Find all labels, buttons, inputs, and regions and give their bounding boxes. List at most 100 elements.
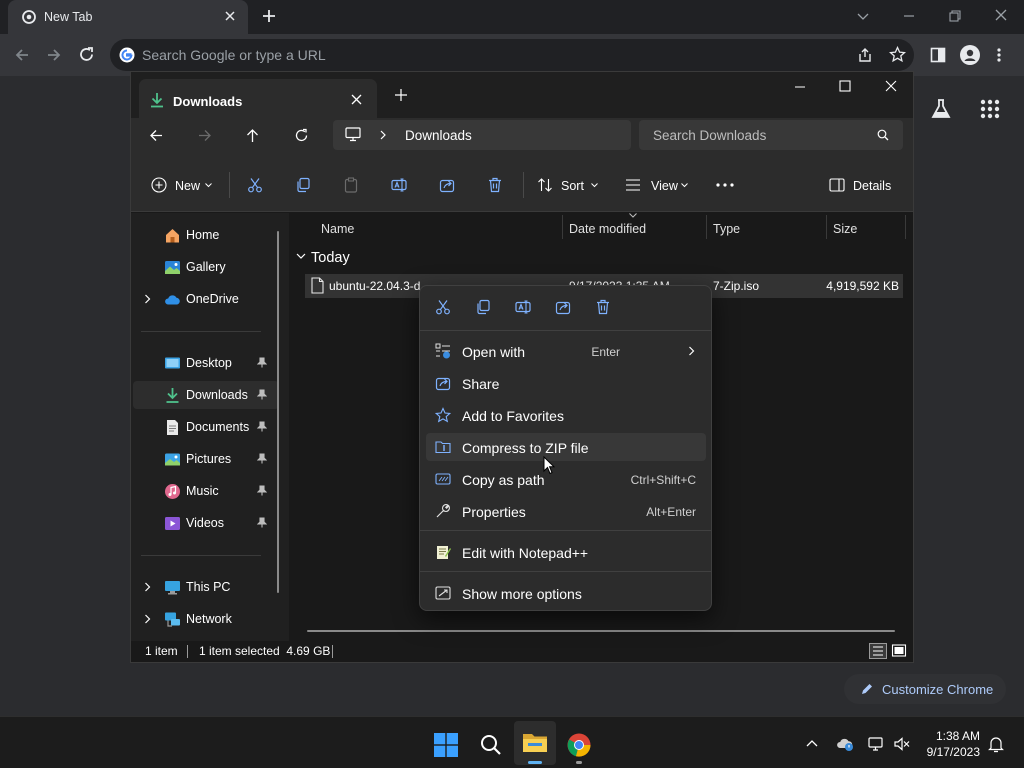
menu-item-add-to-favorites[interactable]: Add to Favorites xyxy=(426,401,706,429)
clock-time[interactable]: 1:38 AM xyxy=(936,729,980,743)
new-tab-plus-icon[interactable] xyxy=(395,89,407,101)
close-tab-icon[interactable] xyxy=(351,94,362,105)
column-divider[interactable] xyxy=(562,215,563,239)
sidebar-item-downloads[interactable]: Downloads xyxy=(133,381,279,409)
tiles-view-toggle-icon[interactable] xyxy=(891,643,907,659)
explorer-close-icon[interactable] xyxy=(885,80,897,92)
column-divider[interactable] xyxy=(826,215,827,239)
details-view-toggle-icon[interactable] xyxy=(869,643,887,659)
more-ellipsis-icon[interactable] xyxy=(716,183,734,187)
chrome-taskbar-icon[interactable] xyxy=(567,733,591,764)
horizontal-scrollbar[interactable] xyxy=(307,630,895,632)
clock-date[interactable]: 9/17/2023 xyxy=(927,745,980,759)
refresh-icon[interactable] xyxy=(294,128,309,143)
paste-clipboard-icon[interactable] xyxy=(343,177,359,193)
cut-scissors-icon[interactable] xyxy=(435,299,451,315)
sidebar-item-videos[interactable]: Videos xyxy=(133,509,279,537)
pin-icon[interactable] xyxy=(257,389,267,400)
taskbar-search-icon[interactable] xyxy=(480,734,502,756)
group-header-today[interactable]: Today xyxy=(311,250,350,266)
breadcrumb-chevron-icon[interactable] xyxy=(379,130,387,140)
expand-chevron-icon[interactable] xyxy=(144,582,151,592)
window-close-icon[interactable] xyxy=(994,8,1008,22)
explorer-maximize-icon[interactable] xyxy=(839,80,851,92)
pin-icon[interactable] xyxy=(257,357,267,368)
sidebar-item-onedrive[interactable]: OneDrive xyxy=(133,285,279,313)
forward-arrow-icon[interactable] xyxy=(197,128,212,143)
explorer-tab-downloads[interactable]: Downloads xyxy=(139,79,377,118)
sidebar-item-this-pc[interactable]: This PC xyxy=(133,573,279,601)
reload-icon[interactable] xyxy=(78,46,95,63)
column-divider[interactable] xyxy=(706,215,707,239)
share-icon[interactable] xyxy=(439,177,455,193)
sidebar-item-gallery[interactable]: Gallery xyxy=(133,253,279,281)
column-divider[interactable] xyxy=(905,215,906,239)
group-collapse-chevron-icon[interactable] xyxy=(296,253,306,260)
menu-item-show-more-options[interactable]: Show more options xyxy=(426,579,706,607)
sidebar-item-network[interactable]: Network xyxy=(133,605,279,633)
column-header-date-modified[interactable]: Date modified xyxy=(569,222,646,236)
view-button[interactable]: View xyxy=(621,170,693,200)
chrome-tab-new-tab[interactable]: New Tab xyxy=(8,0,248,34)
copy-icon[interactable] xyxy=(295,177,311,193)
pin-icon[interactable] xyxy=(257,421,267,432)
address-bar[interactable]: Downloads xyxy=(333,120,631,150)
expand-chevron-icon[interactable] xyxy=(144,294,151,304)
menu-item-copy-as-path[interactable]: Copy as path Ctrl+Shift+C xyxy=(426,465,706,493)
back-arrow-icon[interactable] xyxy=(149,128,164,143)
copy-icon[interactable] xyxy=(475,299,491,315)
kebab-menu-icon[interactable] xyxy=(996,47,1002,63)
details-pane-button[interactable]: Details xyxy=(823,170,903,200)
labs-flask-icon[interactable] xyxy=(930,98,952,120)
share-page-icon[interactable] xyxy=(857,47,873,63)
delete-trash-icon[interactable] xyxy=(595,299,611,315)
sidebar-item-music[interactable]: Music xyxy=(133,477,279,505)
cut-scissors-icon[interactable] xyxy=(247,177,263,193)
close-tab-icon[interactable] xyxy=(224,10,236,22)
menu-item-properties[interactable]: Properties Alt+Enter xyxy=(426,497,706,525)
onedrive-status-icon[interactable] xyxy=(836,737,854,751)
menu-item-edit-with-notepad-plus-plus[interactable]: Edit with Notepad++ xyxy=(426,538,706,566)
volume-muted-icon[interactable] xyxy=(894,737,910,751)
customize-chrome-button[interactable]: Customize Chrome xyxy=(844,674,1006,704)
menu-item-open-with[interactable]: Open with Enter xyxy=(426,337,706,365)
sidebar-item-home[interactable]: Home xyxy=(133,221,279,249)
menu-item-compress-to-zip[interactable]: Compress to ZIP file xyxy=(426,433,706,461)
sort-button[interactable]: Sort xyxy=(533,170,603,200)
sidebar-item-documents[interactable]: Documents xyxy=(133,413,279,441)
explorer-minimize-icon[interactable] xyxy=(794,81,806,93)
new-item-button[interactable]: New xyxy=(145,170,213,200)
network-status-icon[interactable] xyxy=(868,737,884,751)
taskbar-explorer-button[interactable] xyxy=(514,721,556,765)
pin-icon[interactable] xyxy=(257,517,267,528)
delete-trash-icon[interactable] xyxy=(487,177,503,193)
new-tab-plus-icon[interactable] xyxy=(262,9,276,23)
notification-bell-icon[interactable] xyxy=(988,736,1004,753)
window-restore-icon[interactable] xyxy=(948,9,962,23)
omnibox[interactable]: Search Google or type a URL xyxy=(110,39,914,71)
search-box[interactable]: Search Downloads xyxy=(639,120,903,150)
tab-search-chevron-down-icon[interactable] xyxy=(856,9,870,23)
windows-start-icon[interactable] xyxy=(434,733,458,757)
sidebar-item-pictures[interactable]: Pictures xyxy=(133,445,279,473)
sidebar-scrollbar[interactable] xyxy=(277,231,279,593)
sidebar-item-desktop[interactable]: Desktop xyxy=(133,349,279,377)
pin-icon[interactable] xyxy=(257,485,267,496)
window-minimize-icon[interactable] xyxy=(902,9,916,23)
rename-icon[interactable] xyxy=(391,177,407,193)
expand-chevron-icon[interactable] xyxy=(144,614,151,624)
rename-icon[interactable] xyxy=(515,299,531,315)
breadcrumb-downloads[interactable]: Downloads xyxy=(405,128,472,143)
column-header-size[interactable]: Size xyxy=(833,222,857,236)
side-panel-icon[interactable] xyxy=(930,47,946,63)
up-arrow-icon[interactable] xyxy=(245,128,260,143)
pin-icon[interactable] xyxy=(257,453,267,464)
back-arrow-icon[interactable] xyxy=(14,47,30,63)
bookmark-star-icon[interactable] xyxy=(889,46,906,63)
forward-arrow-icon[interactable] xyxy=(46,47,62,63)
share-icon[interactable] xyxy=(555,299,571,315)
column-header-name[interactable]: Name xyxy=(321,222,354,236)
apps-grid-icon[interactable] xyxy=(980,99,1000,119)
column-header-type[interactable]: Type xyxy=(713,222,740,236)
show-hidden-icons-chevron-up-icon[interactable] xyxy=(806,739,818,747)
